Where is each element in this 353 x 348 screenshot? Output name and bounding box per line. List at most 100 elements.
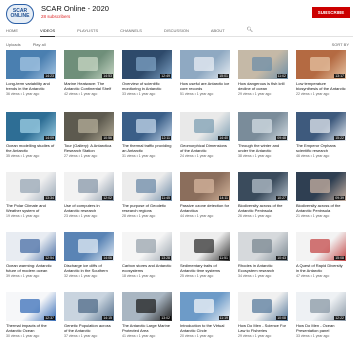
video-thumbnail[interactable]: 14:11 (180, 172, 230, 201)
video-card[interactable]: 10:27 Biodiversity across of the Antarcti… (238, 172, 288, 228)
video-title[interactable]: Carbon stores and Antarctic ecosystems (122, 263, 172, 273)
video-title[interactable]: Marine Heatwave: The Antarctic Continent… (64, 81, 114, 91)
video-title[interactable]: The thermal traffic providing an Antarct… (122, 143, 172, 153)
video-thumbnail[interactable]: 10:27 (238, 172, 288, 201)
video-card[interactable]: 11:45 The purpose of Geodetic research re… (122, 172, 172, 228)
video-title[interactable]: Sedimentary traits of Antarctic time sys… (180, 263, 230, 273)
video-title[interactable]: How Do Men - Science For Law to Fisherie… (238, 323, 288, 333)
video-card[interactable]: 12:22 How Do Men - Ocean Presentation pan… (296, 292, 346, 348)
video-card[interactable]: 11:51 Sedimentary traits of Antarctic tim… (180, 232, 230, 288)
video-card[interactable]: 13:17 Low temperature biosynthesis of the… (296, 50, 346, 106)
video-thumbnail[interactable]: 14:09 (6, 112, 56, 141)
video-card[interactable]: 12:37 Thermal impacts of the Antarctic Oc… (6, 292, 56, 348)
video-thumbnail[interactable]: 14:23 (6, 50, 56, 79)
video-thumbnail[interactable]: 11:45 (122, 172, 172, 201)
video-card[interactable]: 14:15 Genetic Population across of the An… (64, 292, 114, 348)
video-card[interactable]: 14:40 Geomorphical Dimensions of the Anta… (180, 112, 230, 168)
video-thumbnail[interactable]: 13:17 (296, 50, 346, 79)
video-title[interactable]: Biodiversity across of the Antarctic Pen… (296, 203, 346, 213)
video-title[interactable]: Ocean warming: Antarctic future of moder… (6, 263, 56, 273)
video-title[interactable]: Rhodes in Antarctic Ecosystem research (238, 263, 288, 273)
video-thumbnail[interactable]: 13:28 (122, 232, 172, 261)
video-duration: 14:53 (102, 74, 113, 78)
thumbnail-graphic (310, 57, 330, 71)
video-thumbnail[interactable]: 14:06 (64, 232, 114, 261)
video-card[interactable]: 14:06 Discharge ice cliffs of Antarctic i… (64, 232, 114, 288)
video-title[interactable]: The Antarctic Large Marine Protected Are… (122, 323, 172, 333)
video-thumbnail[interactable]: 10:43 (238, 232, 288, 261)
video-card[interactable]: 11:19 Introduction to the Virtual Antarct… (180, 292, 230, 348)
video-thumbnail[interactable]: 14:53 (64, 50, 114, 79)
video-card[interactable]: 13:34 The Polar Climate and Weather syste… (6, 172, 56, 228)
video-title[interactable]: A Quest of Rapid Diversity in the Antarc… (296, 263, 346, 273)
video-title[interactable]: Introduction to the Virtual Antarctic Ci… (180, 323, 230, 333)
video-title[interactable]: Through the winter and under the Antarct… (238, 143, 288, 153)
video-thumbnail[interactable]: 12:02 (64, 172, 114, 201)
video-title[interactable]: Biodiversity across of the Antarctic Pen… (238, 203, 288, 213)
video-title[interactable]: The purpose of Geodetic research regions (122, 203, 172, 213)
video-title[interactable]: Geomorphical Dimensions of the Antarctic (180, 143, 230, 153)
video-meta: 32 views • 1 year ago (64, 274, 98, 278)
video-title[interactable]: The Emperor Orphans scientific research (296, 143, 346, 153)
video-card[interactable]: 15:08 A Quest of Rapid Diversity in the A… (296, 232, 346, 288)
video-title[interactable]: Tour (Gallery): A Antarctica Research St… (64, 143, 114, 153)
video-meta: 39 views • 1 year ago (6, 274, 40, 278)
video-title[interactable]: Passive ozone detection for Antarctica (180, 203, 230, 213)
video-thumbnail[interactable]: 15:22 (296, 112, 346, 141)
video-title[interactable]: Ocean modelling studies of the Antarctic (6, 143, 56, 153)
video-card[interactable]: 10:56 Tour (Gallery): A Antarctica Resear… (64, 112, 114, 168)
video-card[interactable]: 13:28 Carbon stores and Antarctic ecosyst… (122, 232, 172, 288)
video-title[interactable]: Overview of scientific monitoring in Ant… (122, 81, 172, 91)
video-thumbnail[interactable]: 12:22 (296, 292, 346, 321)
video-card[interactable]: 12:54 Ocean warming: Antarctic future of … (6, 232, 56, 288)
video-meta: 27 views • 1 year ago (64, 154, 98, 158)
video-card[interactable]: 11:02 How dangerous is fish krill decline… (238, 50, 288, 106)
video-title[interactable]: How dangerous is fish krill decline of o… (238, 81, 288, 91)
video-title[interactable]: Long-term variability and trends in the … (6, 81, 56, 91)
video-thumbnail[interactable]: 12:49 (122, 50, 172, 79)
video-card[interactable]: 12:49 Overview of scientific monitoring i… (122, 50, 172, 106)
video-title[interactable]: Genetic Population across of the Antarct… (64, 323, 114, 333)
video-card[interactable]: 14:23 Long-term variability and trends in… (6, 50, 56, 106)
video-thumbnail[interactable]: 14:15 (64, 292, 114, 321)
video-thumbnail[interactable]: 13:02 (122, 292, 172, 321)
video-card[interactable]: 09:48 Through the winter and under the An… (238, 112, 288, 168)
video-card[interactable]: 14:11 Passive ozone detection for Antarct… (180, 172, 230, 228)
video-meta: 51 views • 1 year ago (180, 92, 214, 96)
video-thumbnail[interactable]: 15:08 (296, 232, 346, 261)
video-card[interactable]: 15:22 The Emperor Orphans scientific rese… (296, 112, 346, 168)
video-title[interactable]: How useful are Antarctic ice core record… (180, 81, 230, 91)
video-thumbnail[interactable]: 10:08 (238, 292, 288, 321)
video-card[interactable]: 14:09 Ocean modelling studies of the Anta… (6, 112, 56, 168)
video-thumbnail[interactable]: 09:48 (238, 112, 288, 141)
video-card[interactable]: 09:39 Biodiversity across of the Antarcti… (296, 172, 346, 228)
video-title[interactable]: How Do Men - Ocean Presentation panel (296, 323, 346, 333)
video-thumbnail[interactable]: 12:54 (6, 232, 56, 261)
video-title[interactable]: Thermal impacts of the Antarctic Ocean (6, 323, 56, 333)
video-thumbnail[interactable]: 11:02 (238, 50, 288, 79)
video-thumbnail[interactable]: 10:56 (64, 112, 114, 141)
video-card[interactable]: 12:02 Use of computers in Antarctic resea… (64, 172, 114, 228)
video-card[interactable]: 10:08 How Do Men - Science For Law to Fis… (238, 292, 288, 348)
video-card[interactable]: 15:01 How useful are Antarctic ice core r… (180, 50, 230, 106)
video-card[interactable]: 14:53 Marine Heatwave: The Antarctic Cont… (64, 50, 114, 106)
video-thumbnail[interactable]: 11:51 (180, 232, 230, 261)
video-thumbnail[interactable]: 14:40 (180, 112, 230, 141)
thumbnail-graphic (20, 119, 40, 133)
video-thumbnail[interactable]: 12:37 (6, 292, 56, 321)
video-thumbnail[interactable]: 12:11 (122, 112, 172, 141)
video-duration: 14:06 (102, 256, 113, 260)
thumbnail-graphic (20, 179, 40, 193)
video-title[interactable]: Discharge ice cliffs of Antarctic in the… (64, 263, 114, 273)
video-thumbnail[interactable]: 09:39 (296, 172, 346, 201)
video-title[interactable]: Low temperature biosynthesis of the Anta… (296, 81, 346, 91)
video-card[interactable]: 10:43 Rhodes in Antarctic Ecosystem resea… (238, 232, 288, 288)
video-title[interactable]: The Polar Climate and Weather system of … (6, 203, 56, 213)
video-duration: 10:27 (276, 196, 287, 200)
video-card[interactable]: 13:02 The Antarctic Large Marine Protecte… (122, 292, 172, 348)
video-title[interactable]: Use of computers in Antarctic research (64, 203, 114, 213)
video-thumbnail[interactable]: 11:19 (180, 292, 230, 321)
video-thumbnail[interactable]: 15:01 (180, 50, 230, 79)
video-card[interactable]: 12:11 The thermal traffic providing an An… (122, 112, 172, 168)
video-thumbnail[interactable]: 13:34 (6, 172, 56, 201)
